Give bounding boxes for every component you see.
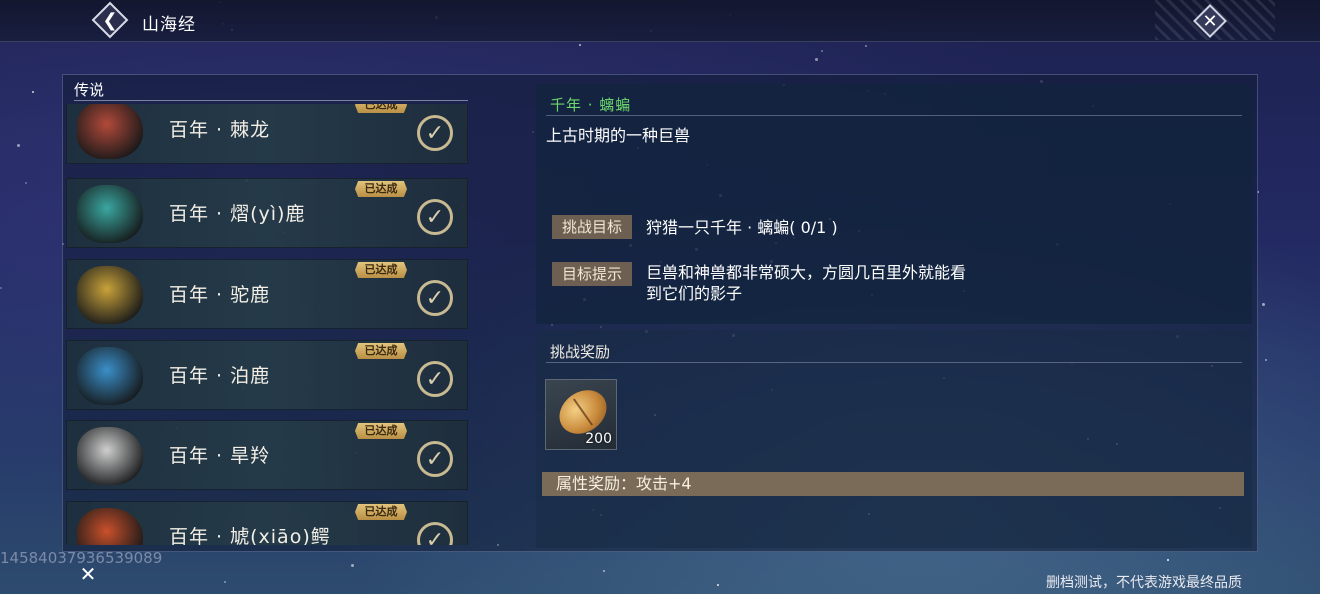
beast-portrait — [77, 104, 143, 159]
detail-panel — [536, 84, 1252, 324]
chevron-left-icon: ❮ — [102, 9, 118, 31]
divider — [546, 115, 1242, 116]
star — [717, 584, 719, 586]
star — [821, 50, 823, 52]
star — [1167, 559, 1169, 561]
footer-note: 删档测试，不代表游戏最终品质 — [1046, 575, 1242, 591]
checkmark-icon: ✓ — [417, 199, 453, 235]
section-label: 传说 — [74, 79, 468, 101]
status-badge: 已达成 — [355, 504, 407, 520]
list-item[interactable]: 百年 · 驼鹿 已达成 ✓ — [66, 259, 468, 329]
beast-portrait — [77, 508, 143, 545]
detail-description: 上古时期的一种巨兽 — [546, 126, 691, 145]
status-badge: 已达成 — [355, 181, 407, 197]
goal-text: 狩猎一只千年 · 螭蝙( 0/1 ) — [646, 218, 838, 237]
reward-title: 挑战奖励 — [550, 343, 611, 361]
star — [25, 182, 27, 184]
beast-portrait — [77, 427, 143, 485]
back-button[interactable]: ❮ — [91, 1, 129, 39]
goal-label: 挑战目标 — [552, 215, 632, 239]
beast-name: 百年 · 虓(xiāo)鳄 — [169, 526, 331, 545]
star — [224, 581, 226, 583]
star — [603, 570, 605, 572]
close-icon: ✕ — [1202, 10, 1218, 32]
beast-portrait — [77, 266, 143, 324]
checkmark-icon: ✓ — [417, 115, 453, 151]
status-badge: 已达成 — [355, 104, 407, 113]
detail-title: 千年 · 螭蝙 — [550, 96, 632, 114]
beast-name: 百年 · 驼鹿 — [169, 284, 271, 306]
checkmark-icon: ✓ — [417, 280, 453, 316]
reward-quantity: 200 — [585, 431, 612, 447]
star — [1262, 303, 1265, 306]
reward-item-slot[interactable]: 200 — [545, 379, 617, 450]
checkmark-icon: ✓ — [417, 361, 453, 397]
close-overlay-icon[interactable]: ✕ — [77, 562, 99, 586]
beast-name: 百年 · 旱羚 — [169, 445, 271, 467]
beast-portrait — [77, 185, 143, 243]
star — [17, 144, 20, 147]
top-bar: ❮ 山海经 ✕ — [0, 0, 1320, 42]
beast-name: 百年 · 泊鹿 — [169, 365, 271, 387]
hint-label: 目标提示 — [552, 262, 632, 286]
checkmark-icon: ✓ — [417, 522, 453, 545]
star — [32, 91, 34, 93]
beast-portrait — [77, 347, 143, 405]
list-item[interactable]: 百年 · 熠(yì)鹿 已达成 ✓ — [66, 178, 468, 248]
star — [0, 287, 2, 289]
status-badge: 已达成 — [355, 343, 407, 359]
list-item[interactable]: 百年 · 棘龙 已达成 ✓ — [66, 104, 468, 164]
star — [351, 564, 354, 567]
beast-name: 百年 · 棘龙 — [169, 119, 271, 141]
list-item[interactable]: 百年 · 旱羚 已达成 ✓ — [66, 420, 468, 490]
checkmark-icon: ✓ — [417, 441, 453, 477]
star — [579, 44, 581, 46]
star — [865, 45, 867, 47]
divider — [546, 362, 1242, 363]
beast-list[interactable]: 百年 · 棘龙 已达成 ✓ 百年 · 熠(yì)鹿 已达成 ✓ 百年 · 驼鹿 … — [66, 104, 470, 545]
attribute-reward: 属性奖励：攻击+4 — [542, 472, 1244, 496]
list-item[interactable]: 百年 · 虓(xiāo)鳄 已达成 ✓ — [66, 501, 468, 545]
close-button[interactable]: ✕ — [1193, 4, 1227, 38]
status-badge: 已达成 — [355, 423, 407, 439]
hint-text-line2: 到它们的影子 — [646, 284, 743, 303]
list-item[interactable]: 百年 · 泊鹿 已达成 ✓ — [66, 340, 468, 410]
star — [815, 58, 818, 61]
page-title: 山海经 — [142, 15, 196, 35]
star — [1265, 359, 1267, 361]
beast-name: 百年 · 熠(yì)鹿 — [169, 203, 306, 225]
status-badge: 已达成 — [355, 262, 407, 278]
hint-text-line1: 巨兽和神兽都非常硕大，方圆几百里外就能看 — [646, 263, 967, 282]
